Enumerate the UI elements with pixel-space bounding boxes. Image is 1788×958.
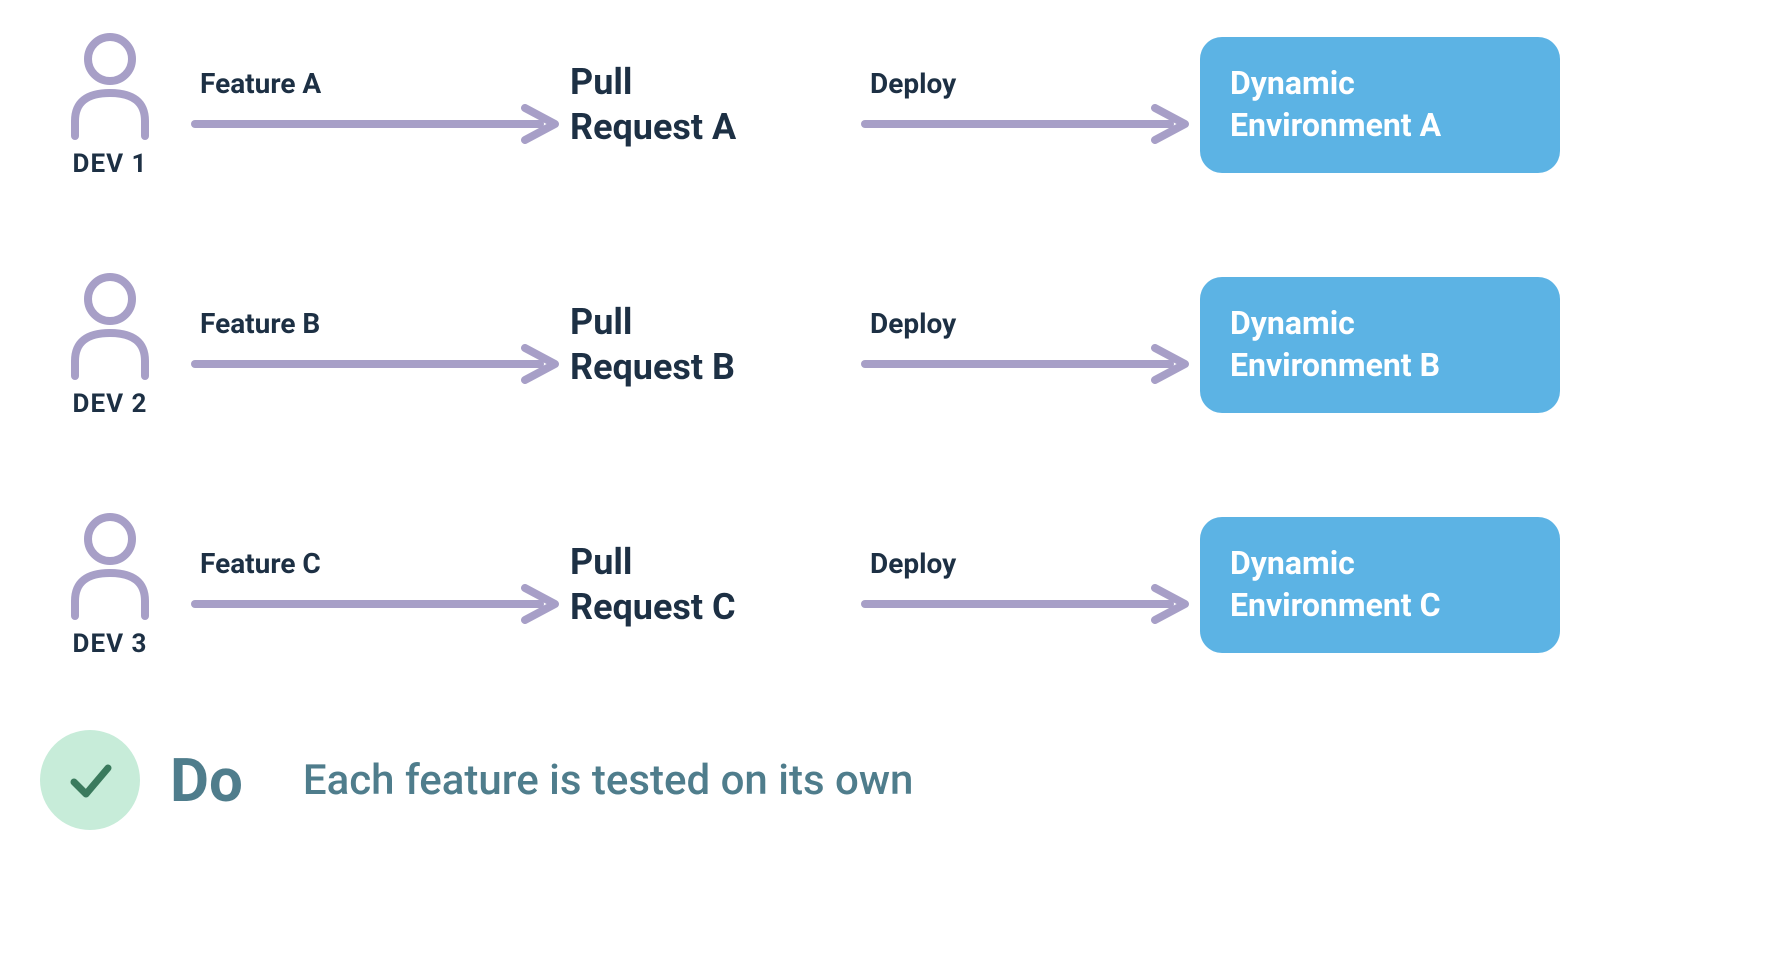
flow-rows: DEV 1 Feature A Pull Request A Deploy D xyxy=(40,20,1748,670)
deploy-arrow-block: Deploy xyxy=(860,67,1200,144)
person-icon xyxy=(65,271,155,381)
arrow-icon xyxy=(860,584,1200,624)
environment-block: Dynamic Environment C xyxy=(1200,517,1560,652)
flow-row: DEV 3 Feature C Pull Request C Deploy D xyxy=(40,500,1748,670)
feature-label: Feature C xyxy=(200,547,321,580)
footer-caption: Do Each feature is tested on its own xyxy=(40,730,1748,830)
feature-arrow-block: Feature B xyxy=(190,307,570,384)
environment-box: Dynamic Environment A xyxy=(1200,37,1560,172)
feature-label: Feature A xyxy=(200,67,321,100)
deploy-arrow-block: Deploy xyxy=(860,307,1200,384)
caption-text: Each feature is tested on its own xyxy=(303,756,914,805)
environment-box: Dynamic Environment B xyxy=(1200,277,1560,412)
developer-label: DEV 1 xyxy=(73,149,148,179)
feature-arrow-block: Feature C xyxy=(190,547,570,624)
arrow-icon xyxy=(860,344,1200,384)
pull-request-label: Pull Request A xyxy=(570,60,850,150)
flow-row: DEV 1 Feature A Pull Request A Deploy D xyxy=(40,20,1748,190)
pull-request-label: Pull Request B xyxy=(570,300,850,390)
arrow-icon xyxy=(860,104,1200,144)
deploy-label: Deploy xyxy=(870,67,956,100)
flow-row: DEV 2 Feature B Pull Request B Deploy D xyxy=(40,260,1748,430)
feature-label: Feature B xyxy=(200,307,320,340)
developer-block: DEV 3 xyxy=(40,511,180,659)
pull-request-label: Pull Request C xyxy=(570,540,850,630)
arrow-icon xyxy=(190,584,570,624)
developer-label: DEV 3 xyxy=(73,629,148,659)
arrow-icon xyxy=(190,104,570,144)
checkmark-icon xyxy=(62,752,118,808)
person-icon xyxy=(65,511,155,621)
pull-request-block: Pull Request B xyxy=(570,300,850,390)
pull-request-block: Pull Request A xyxy=(570,60,850,150)
deploy-label: Deploy xyxy=(870,307,956,340)
environment-block: Dynamic Environment B xyxy=(1200,277,1560,412)
deploy-arrow-block: Deploy xyxy=(860,547,1200,624)
pull-request-block: Pull Request C xyxy=(570,540,850,630)
arrow-icon xyxy=(190,344,570,384)
developer-block: DEV 2 xyxy=(40,271,180,419)
deploy-label: Deploy xyxy=(870,547,956,580)
person-icon xyxy=(65,31,155,141)
environment-box: Dynamic Environment C xyxy=(1200,517,1560,652)
do-label: Do xyxy=(170,745,243,816)
check-badge xyxy=(40,730,140,830)
environment-block: Dynamic Environment A xyxy=(1200,37,1560,172)
developer-block: DEV 1 xyxy=(40,31,180,179)
developer-label: DEV 2 xyxy=(73,389,148,419)
feature-arrow-block: Feature A xyxy=(190,67,570,144)
